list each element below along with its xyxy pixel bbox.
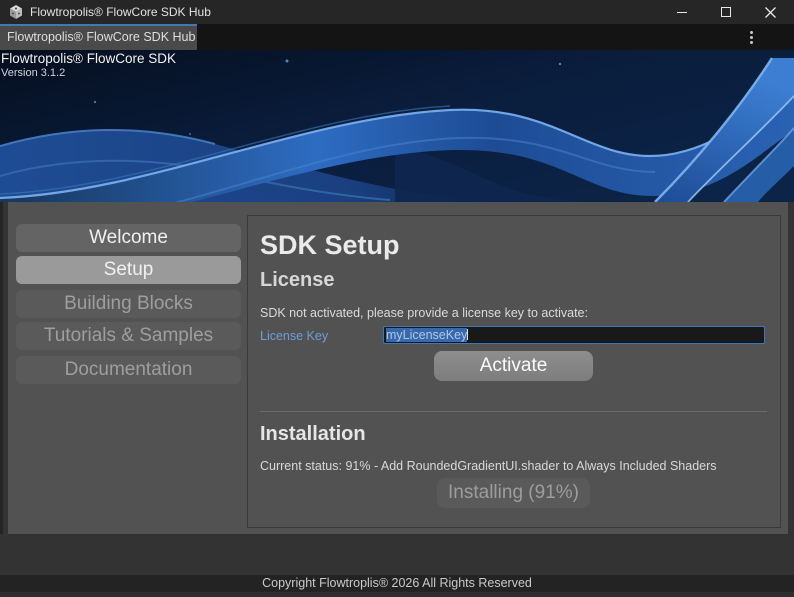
tab-bar: Flowtropolis® FlowCore SDK Hub xyxy=(0,24,794,50)
banner-wave-art xyxy=(0,50,794,202)
banner: Flowtropolis® FlowCore SDK Version 3.1.2 xyxy=(0,50,794,202)
maximize-button[interactable] xyxy=(704,0,748,24)
sidebar-item-tutorials-samples[interactable]: Tutorials & Samples xyxy=(16,322,241,350)
window-title: Flowtropolis® FlowCore SDK Hub xyxy=(30,5,211,19)
close-button[interactable] xyxy=(748,0,792,24)
sidebar-item-welcome[interactable]: Welcome xyxy=(16,224,241,252)
minimize-button[interactable] xyxy=(660,0,704,24)
close-icon xyxy=(764,6,777,19)
setup-panel: SDK Setup License SDK not activated, ple… xyxy=(247,215,781,528)
banner-version: Version 3.1.2 xyxy=(1,67,66,79)
installing-button: Installing (91%) xyxy=(437,478,590,508)
license-heading: License xyxy=(260,269,335,291)
app-cube-icon xyxy=(10,5,22,19)
license-message: SDK not activated, please provide a lice… xyxy=(260,306,588,320)
text-caret xyxy=(467,329,469,340)
section-divider xyxy=(260,411,767,412)
title-bar: Flowtropolis® FlowCore SDK Hub xyxy=(0,0,794,24)
kebab-menu-icon[interactable] xyxy=(750,31,753,44)
activate-button[interactable]: Activate xyxy=(434,351,593,381)
minimize-icon xyxy=(677,11,687,13)
license-key-label: License Key xyxy=(260,329,329,343)
maximize-icon xyxy=(721,7,731,17)
sidebar-item-documentation[interactable]: Documentation xyxy=(16,356,241,384)
page-title: SDK Setup xyxy=(260,230,400,260)
window-left-edge xyxy=(0,202,3,534)
footer: Copyright Flowtroplis® 2026 All Rights R… xyxy=(0,575,794,592)
main-content: Welcome Setup Building Blocks Tutorials … xyxy=(8,202,788,534)
license-key-input[interactable]: myLicenseKey xyxy=(383,326,765,344)
installation-heading: Installation xyxy=(260,423,366,445)
sidebar-item-setup[interactable]: Setup xyxy=(16,256,241,284)
sidebar-item-building-blocks[interactable]: Building Blocks xyxy=(16,290,241,318)
bottom-strip xyxy=(0,592,794,597)
tab-flowcore-sdk-hub[interactable]: Flowtropolis® FlowCore SDK Hub xyxy=(0,24,197,50)
banner-title: Flowtropolis® FlowCore SDK xyxy=(1,51,176,66)
selected-text: myLicenseKey xyxy=(386,328,468,342)
installation-status: Current status: 91% - Add RoundedGradien… xyxy=(260,459,717,473)
